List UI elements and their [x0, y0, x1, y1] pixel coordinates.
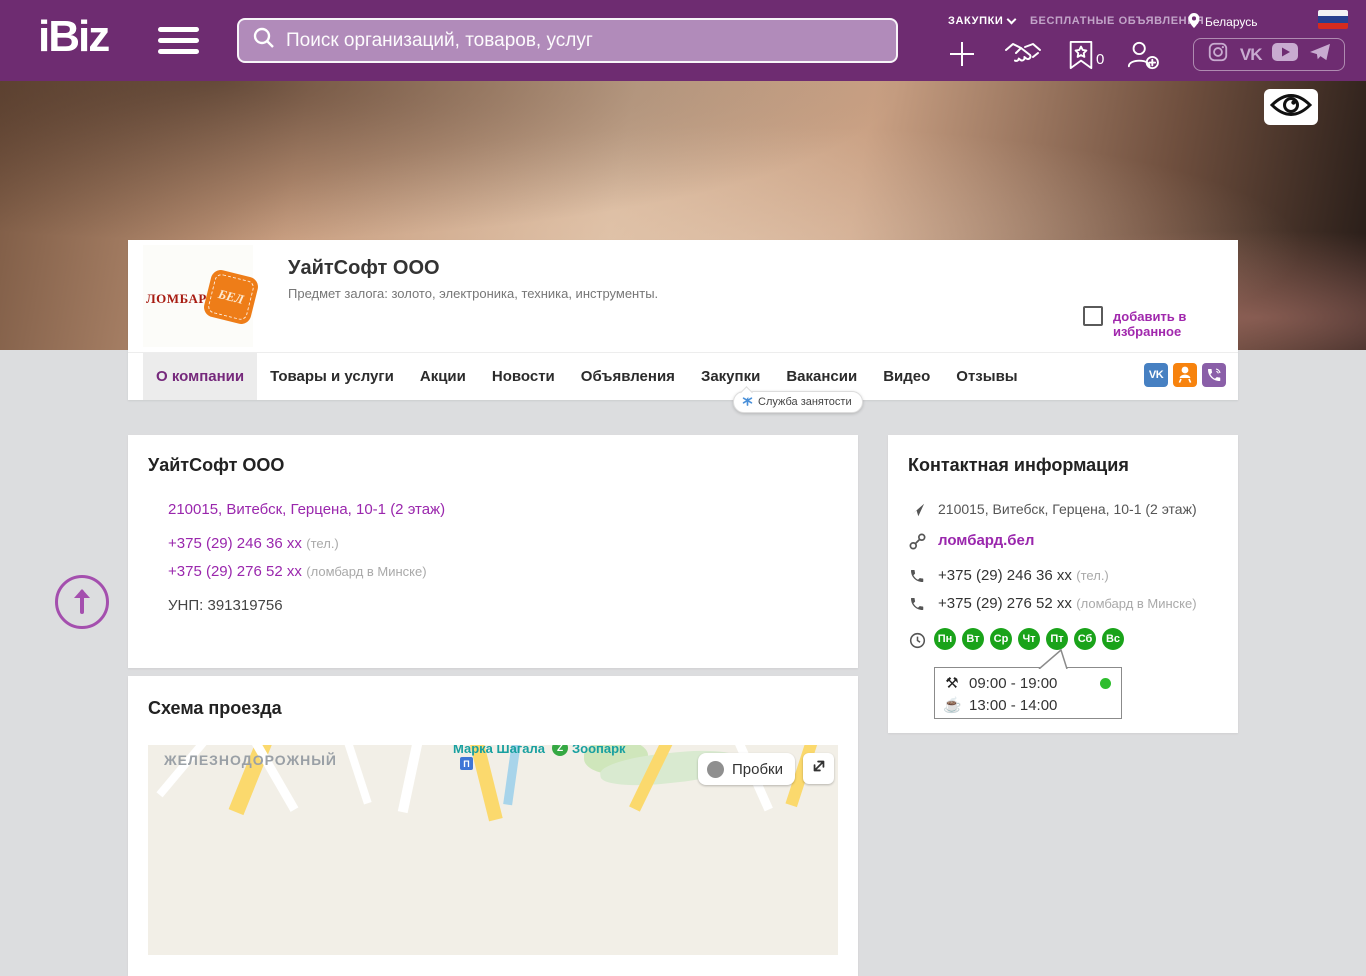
tab-reviews[interactable]: Отзывы	[943, 353, 1030, 400]
scroll-to-top-button[interactable]	[55, 575, 109, 629]
work-tools-icon: ⚒	[945, 675, 959, 692]
tab-products[interactable]: Товары и услуги	[257, 353, 407, 400]
search-input[interactable]	[286, 29, 896, 52]
phone-note: (тел.)	[306, 536, 339, 551]
tab-news[interactable]: Новости	[479, 353, 568, 400]
work-hours: 09:00 - 19:00	[969, 674, 1058, 692]
chevron-down-icon	[1006, 14, 1017, 25]
instagram-icon[interactable]	[1207, 41, 1229, 68]
traffic-light-icon	[707, 760, 724, 778]
open-now-indicator	[1100, 677, 1111, 689]
hamburger-menu-icon[interactable]	[158, 27, 199, 55]
day-wed[interactable]: Ср	[990, 628, 1012, 650]
contact-address: 210015, Витебск, Герцена, 10-1 (2 этаж)	[938, 501, 1197, 517]
day-sat[interactable]: Сб	[1074, 628, 1096, 650]
about-title: УайтСофт ООО	[148, 455, 285, 475]
phone-icon	[908, 568, 926, 584]
logo-badge: БЕЛ	[201, 267, 261, 327]
odnoklassniki-icon[interactable]	[1173, 363, 1197, 387]
company-name: УайтСофт ООО	[288, 257, 440, 279]
site-logo[interactable]: iBiz	[38, 12, 110, 62]
search-bar	[237, 18, 898, 63]
contact-phone[interactable]: +375 (29) 276 52 xx	[938, 595, 1072, 612]
navigation-arrow-icon	[908, 502, 926, 518]
route-title: Схема проезда	[148, 698, 282, 718]
vk-icon[interactable]: VK	[1144, 363, 1168, 387]
asterisk-icon	[742, 395, 753, 409]
signup-person-add-icon[interactable]	[1124, 40, 1160, 75]
company-social-links: VK	[1144, 363, 1226, 387]
nav-free-ads[interactable]: БЕСПЛАТНЫЕ ОБЪЯВЛЕНИЯ	[1030, 15, 1204, 27]
tab-about[interactable]: О компании	[143, 353, 258, 400]
day-thu[interactable]: Чт	[1018, 628, 1040, 650]
zoo-poi-icon: Z	[552, 745, 568, 756]
region-selector[interactable]: Беларусь	[1188, 13, 1257, 31]
viber-icon[interactable]	[1202, 363, 1226, 387]
nav-zakupki[interactable]: ЗАКУПКИ	[948, 14, 1017, 27]
header-social-links: VK	[1193, 38, 1345, 71]
route-map-card: Схема проезда ЖЕЛЕЗНОДОРОЖНЫЙ Марка Шага…	[128, 676, 858, 976]
company-unp: УНП: 391319756	[168, 597, 283, 614]
company-address-link[interactable]: 210015, Витебск, Герцена, 10-1 (2 этаж)	[168, 501, 445, 518]
map-district-label: ЖЕЛЕЗНОДОРОЖНЫЙ	[164, 752, 337, 768]
popup-pointer	[1035, 648, 1079, 674]
day-sun[interactable]: Вс	[1102, 628, 1124, 650]
lunch-break-icon: ☕	[943, 697, 962, 714]
add-company-plus-icon[interactable]	[948, 40, 976, 73]
vk-icon[interactable]: VK	[1240, 45, 1263, 65]
phone-note: (ломбард в Минске)	[306, 564, 427, 579]
company-website-link[interactable]: ломбард.бел	[938, 532, 1034, 549]
tab-ads[interactable]: Объявления	[568, 353, 688, 400]
arrow-up-icon	[69, 585, 95, 620]
company-tabs: О компании Товары и услуги Акции Новости…	[128, 352, 1238, 400]
map-poi-label: Z Зоопарк	[552, 745, 626, 756]
company-tagline: Предмет залога: золото, электроника, тех…	[288, 286, 659, 301]
map-street-label: Марка Шагала	[453, 745, 545, 756]
phone-link[interactable]: +375 (29) 276 52 xx	[168, 563, 302, 580]
favorites-bookmark-icon[interactable]	[1068, 40, 1094, 75]
traffic-toggle-button[interactable]: Пробки	[698, 753, 795, 785]
expand-arrows-icon	[811, 758, 827, 779]
phone-icon	[908, 596, 926, 612]
link-icon	[908, 533, 926, 550]
map-expand-button[interactable]	[803, 753, 834, 784]
working-days: Пн Вт Ср Чт Пт Сб Вс	[934, 628, 1124, 650]
eye-icon	[1269, 92, 1313, 123]
add-favorite-checkbox[interactable]	[1083, 306, 1103, 326]
tab-promotions[interactable]: Акции	[407, 353, 479, 400]
location-pin-icon	[1188, 13, 1200, 31]
telegram-icon[interactable]	[1309, 42, 1331, 67]
day-tue[interactable]: Вт	[962, 628, 984, 650]
partners-handshake-icon[interactable]	[1003, 41, 1043, 76]
day-mon[interactable]: Пн	[934, 628, 956, 650]
tab-video[interactable]: Видео	[870, 353, 943, 400]
favorites-count: 0	[1096, 51, 1105, 68]
site-header: iBiz ЗАКУПКИ БЕСПЛАТНЫЕ ОБЪЯВЛЕНИЯ Белар…	[0, 0, 1366, 81]
youtube-icon[interactable]	[1272, 42, 1299, 67]
working-hours-popup: ⚒ 09:00 - 19:00 ☕ 13:00 - 14:00	[934, 648, 1122, 719]
map-canvas[interactable]: ЖЕЛЕЗНОДОРОЖНЫЙ Марка Шагала Z Зоопарк П…	[148, 745, 838, 955]
company-header-card: ЛОМБАРД БЕЛ УайтСофт ООО Предмет залога:…	[128, 240, 1238, 400]
day-fri[interactable]: Пт	[1046, 628, 1068, 650]
company-logo[interactable]: ЛОМБАРД БЕЛ	[143, 245, 261, 347]
contact-info-card: Контактная информация 210015, Витебск, Г…	[888, 435, 1238, 733]
contact-title: Контактная информация	[908, 455, 1129, 475]
transport-stop-icon: П	[460, 757, 473, 770]
accessibility-eye-button[interactable]	[1264, 89, 1318, 125]
break-hours: 13:00 - 14:00	[969, 696, 1058, 714]
employment-service-tooltip: Служба занятости	[733, 391, 863, 413]
language-flag-ru[interactable]	[1318, 10, 1348, 29]
clock-icon	[908, 632, 926, 649]
about-card: УайтСофт ООО 210015, Витебск, Герцена, 1…	[128, 435, 858, 668]
add-favorite-label[interactable]: добавить в избранное	[1113, 309, 1238, 339]
search-icon	[252, 26, 276, 55]
contact-phone[interactable]: +375 (29) 246 36 xx	[938, 567, 1072, 584]
phone-link[interactable]: +375 (29) 246 36 xx	[168, 535, 302, 552]
